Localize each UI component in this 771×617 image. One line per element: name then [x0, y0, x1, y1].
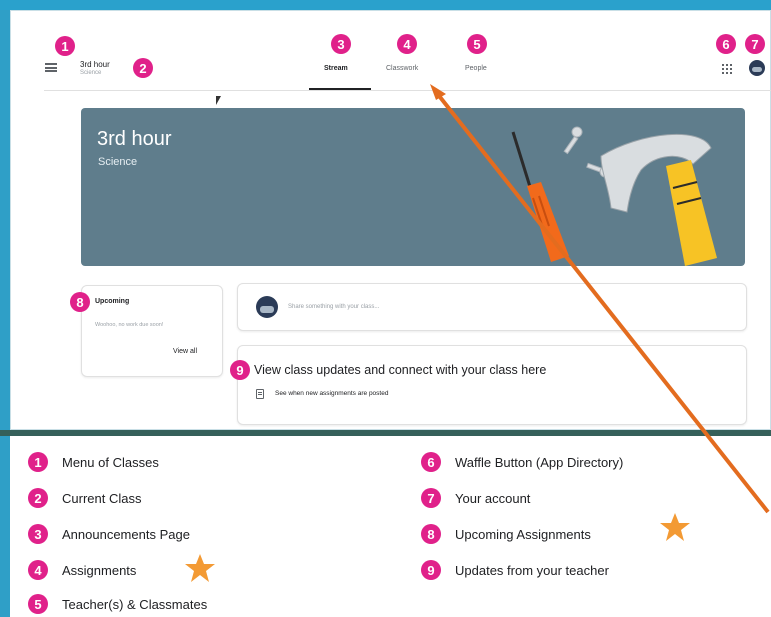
- legend-badge: 7: [421, 488, 441, 508]
- badge-8: 8: [70, 292, 90, 312]
- legend-badge: 8: [421, 524, 441, 544]
- current-class-subtitle: Science: [80, 70, 102, 76]
- legend-badge: 2: [28, 488, 48, 508]
- share-input[interactable]: Share something with your class...: [288, 304, 379, 310]
- legend-text: Current Class: [62, 490, 142, 506]
- legend-item-7: 7 Your account: [421, 488, 530, 508]
- banner-class-subtitle: Science: [98, 156, 138, 168]
- legend-item-1: 1 Menu of Classes: [28, 452, 159, 472]
- assignment-icon: [256, 389, 264, 399]
- legend-badge: 6: [421, 452, 441, 472]
- badge-4: 4: [397, 34, 417, 54]
- updates-card: [237, 345, 747, 425]
- class-banner: [81, 108, 745, 266]
- legend-item-5: 5 Teacher(s) & Classmates: [28, 594, 207, 614]
- updates-subtitle: See when new assignments are posted: [275, 390, 389, 397]
- tab-people[interactable]: People: [465, 65, 487, 72]
- badge-7: 7: [745, 34, 765, 54]
- legend-item-6: 6 Waffle Button (App Directory): [421, 452, 623, 472]
- legend-badge: 1: [28, 452, 48, 472]
- view-all-link[interactable]: View all: [173, 348, 197, 355]
- legend-text: Teacher(s) & Classmates: [62, 596, 208, 612]
- mouse-cursor-icon: [216, 96, 221, 105]
- frame-top: [0, 0, 771, 10]
- waffle-icon[interactable]: [722, 64, 732, 74]
- legend-text: Updates from your teacher: [455, 562, 609, 578]
- tools-illustration: [511, 126, 717, 266]
- tab-stream[interactable]: Stream: [324, 65, 348, 72]
- legend-badge: 9: [421, 560, 441, 580]
- legend-text: Upcoming Assignments: [455, 526, 591, 542]
- legend-item-2: 2 Current Class: [28, 488, 141, 508]
- legend-text: Assignments: [62, 562, 137, 578]
- badge-9: 9: [230, 360, 250, 380]
- legend-text: Waffle Button (App Directory): [455, 454, 624, 470]
- updates-title: View class updates and connect with your…: [254, 363, 547, 377]
- legend-item-3: 3 Announcements Page: [28, 524, 190, 544]
- legend-item-8: 8 Upcoming Assignments: [421, 524, 591, 544]
- upcoming-title: Upcoming: [95, 298, 130, 305]
- screwdriver-icon: [511, 131, 569, 262]
- badge-6: 6: [716, 34, 736, 54]
- banner-class-title: 3rd hour: [97, 128, 172, 150]
- legend-item-9: 9 Updates from your teacher: [421, 560, 609, 580]
- legend-text: Menu of Classes: [62, 454, 159, 470]
- badge-2: 2: [133, 58, 153, 78]
- legend-badge: 3: [28, 524, 48, 544]
- legend-item-4: 4 Assignments: [28, 560, 136, 580]
- account-avatar-icon[interactable]: [749, 60, 765, 76]
- hammer-icon: [600, 133, 717, 266]
- badge-3: 3: [331, 34, 351, 54]
- upcoming-empty-text: Woohoo, no work due soon!: [95, 322, 164, 328]
- legend-badge: 5: [28, 594, 48, 614]
- menu-icon[interactable]: [45, 63, 57, 72]
- legend-badge: 4: [28, 560, 48, 580]
- badge-1: 1: [55, 36, 75, 56]
- current-class-title[interactable]: 3rd hour: [80, 60, 110, 69]
- legend-text: Your account: [455, 490, 531, 506]
- tab-classwork[interactable]: Classwork: [386, 65, 418, 72]
- topbar-divider: [44, 90, 771, 91]
- user-avatar-icon: [256, 296, 278, 318]
- legend-text: Announcements Page: [62, 526, 190, 542]
- badge-5: 5: [467, 34, 487, 54]
